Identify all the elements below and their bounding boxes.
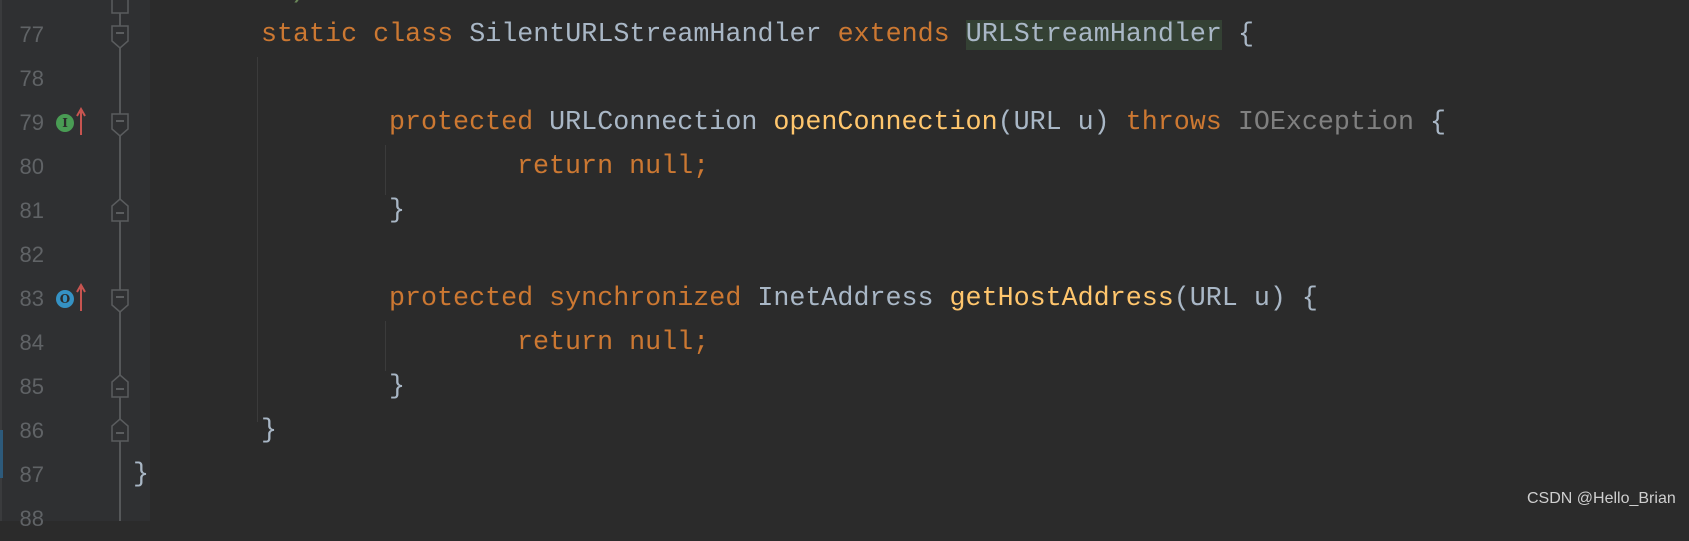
fold-end-icon[interactable]: [111, 418, 129, 442]
fold-end-icon[interactable]: [111, 0, 129, 14]
code-line-87[interactable]: }: [133, 453, 149, 497]
brace: {: [1430, 108, 1447, 138]
code-line-80[interactable]: return null;: [517, 145, 709, 189]
method-name: getHostAddress: [949, 284, 1174, 314]
line-number: 78: [19, 66, 44, 91]
line-number: 80: [19, 154, 44, 179]
line-number: 85: [19, 374, 44, 399]
brace: {: [1237, 20, 1254, 50]
params: (URL u): [1173, 284, 1286, 314]
fold-end-icon[interactable]: [111, 198, 129, 222]
fold-collapse-icon[interactable]: [111, 289, 129, 313]
code-line-86[interactable]: }: [261, 409, 277, 453]
implements-method-icon[interactable]: I: [56, 114, 74, 132]
line-number: 81: [19, 198, 44, 223]
fold-collapse-icon[interactable]: [111, 25, 129, 49]
line-number: 86: [19, 418, 44, 443]
indent-guide: [385, 145, 386, 195]
code-line-77[interactable]: static class SilentURLStreamHandler exte…: [261, 13, 1254, 57]
code-line-83[interactable]: protected synchronized InetAddress getHo…: [389, 277, 1318, 321]
brace: {: [1301, 284, 1318, 314]
line-number: 87: [19, 462, 44, 487]
exception-name: IOException: [1237, 108, 1414, 138]
keyword: throws: [1125, 108, 1222, 138]
code-line-81[interactable]: }: [389, 189, 405, 233]
line-number: 84: [19, 330, 44, 355]
keyword: static: [261, 20, 358, 50]
fold-collapse-icon[interactable]: [111, 113, 129, 137]
class-name: SilentURLStreamHandler: [469, 20, 822, 50]
indent-guide: [385, 321, 386, 371]
keyword: protected: [389, 284, 534, 314]
type-name: InetAddress: [757, 284, 934, 314]
keyword: protected: [389, 108, 534, 138]
keyword: extends: [837, 20, 950, 50]
code-line-84[interactable]: return null;: [517, 321, 709, 365]
type-name: URLConnection: [549, 108, 758, 138]
line-number: 77: [19, 22, 44, 47]
line-number: 79: [19, 110, 44, 135]
highlighted-identifier: URLStreamHandler: [965, 20, 1222, 50]
overrides-method-icon[interactable]: O: [56, 290, 74, 308]
icon-label: O: [59, 292, 71, 306]
indent-guide: [257, 57, 258, 422]
code-line-79[interactable]: protected URLConnection openConnection(U…: [389, 101, 1446, 145]
code-line-76: ): [290, 0, 306, 13]
icon-label: I: [62, 116, 68, 130]
line-number: 83: [19, 286, 44, 311]
fold-end-icon[interactable]: [111, 374, 129, 398]
params: (URL u): [997, 108, 1110, 138]
watermark: CSDN @Hello_Brian: [1527, 490, 1676, 507]
arrow-up-icon[interactable]: [76, 107, 86, 135]
keyword: class: [373, 20, 454, 50]
line-number: 82: [19, 242, 44, 267]
fold-outline: [119, 0, 121, 521]
code-line-85[interactable]: }: [389, 365, 405, 409]
arrow-up-icon[interactable]: [76, 283, 86, 311]
method-name: openConnection: [773, 108, 998, 138]
line-number: 88: [19, 506, 44, 531]
keyword: synchronized: [549, 284, 742, 314]
